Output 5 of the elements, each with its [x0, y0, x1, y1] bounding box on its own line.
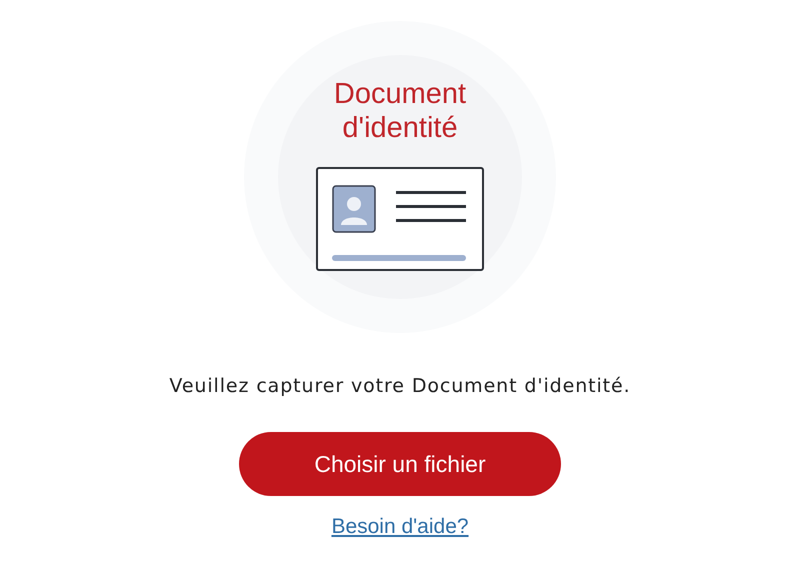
instruction-text: Veuillez capturer votre Document d'identité.	[169, 375, 631, 397]
help-link[interactable]: Besoin d'aide?	[331, 515, 469, 539]
person-photo-icon	[332, 185, 376, 233]
card-title: Document d'identité	[332, 77, 468, 145]
upload-button[interactable]: Choisir un fichier	[239, 432, 561, 496]
